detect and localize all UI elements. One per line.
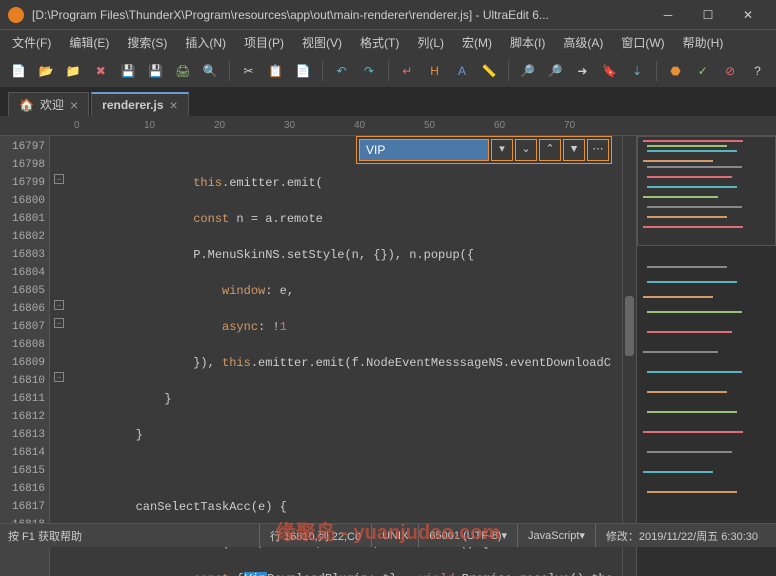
fold-toggle[interactable]: − — [54, 174, 64, 184]
hex-icon[interactable]: H — [424, 60, 445, 82]
menu-window[interactable]: 窗口(W) — [613, 31, 672, 54]
save-all-icon[interactable]: 💾 — [145, 60, 166, 82]
tool1-icon[interactable]: ⬣ — [665, 60, 686, 82]
status-modified: 修改：2019/11/22/周五 6:30:30 — [595, 524, 768, 547]
close-button[interactable]: ✕ — [728, 1, 768, 29]
bookmark-icon[interactable]: 🔖 — [599, 60, 620, 82]
goto-icon[interactable]: ➜ — [572, 60, 593, 82]
fold-toggle[interactable]: − — [54, 318, 64, 328]
paste-icon[interactable]: 📄 — [293, 60, 314, 82]
menu-macro[interactable]: 宏(M) — [454, 31, 500, 54]
undo-icon[interactable]: ↶ — [331, 60, 352, 82]
menu-insert[interactable]: 插入(N) — [177, 31, 234, 54]
font-icon[interactable]: A — [451, 60, 472, 82]
minimize-button[interactable]: ─ — [648, 1, 688, 29]
menu-view[interactable]: 视图(V) — [294, 31, 350, 54]
menu-bar: 文件(F) 编辑(E) 搜索(S) 插入(N) 项目(P) 视图(V) 格式(T… — [0, 30, 776, 54]
scrollbar-thumb[interactable] — [625, 296, 634, 356]
tab-close-icon[interactable]: × — [70, 97, 78, 113]
editor-area: 167971679816799 168001680116802 16803168… — [0, 136, 776, 576]
watermark: 缘聚岛 - yuanjudao.com — [276, 516, 500, 545]
fold-toggle[interactable]: − — [54, 372, 64, 382]
menu-script[interactable]: 脚本(I) — [502, 31, 553, 54]
menu-search[interactable]: 搜索(S) — [119, 31, 175, 54]
code-editor[interactable]: ▾ ⌄ ⌃ ▼ ⋯ this.emitter.emit( const n = a… — [74, 136, 622, 576]
tab-close-icon[interactable]: × — [170, 97, 178, 113]
find-more-icon[interactable]: ⋯ — [587, 139, 609, 161]
tool3-icon[interactable]: ⊘ — [719, 60, 740, 82]
find-files-icon[interactable]: 🔎 — [544, 60, 565, 82]
wordwrap-icon[interactable]: ↵ — [397, 60, 418, 82]
menu-edit[interactable]: 编辑(E) — [61, 31, 117, 54]
menu-project[interactable]: 项目(P) — [236, 31, 292, 54]
help-icon[interactable]: ? — [747, 60, 768, 82]
line-gutter[interactable]: 167971679816799 168001680116802 16803168… — [0, 136, 50, 576]
status-language[interactable]: JavaScript ▾ — [517, 524, 595, 547]
minimap[interactable] — [636, 136, 776, 576]
tool2-icon[interactable]: ✓ — [692, 60, 713, 82]
find-prev-icon[interactable]: ⌃ — [539, 139, 561, 161]
menu-format[interactable]: 格式(T) — [352, 31, 407, 54]
app-icon — [8, 7, 24, 23]
title-bar: [D:\Program Files\ThunderX\Program\resou… — [0, 0, 776, 30]
find-bar: ▾ ⌄ ⌃ ▼ ⋯ — [356, 136, 612, 164]
tab-renderer-label: renderer.js — [102, 98, 163, 112]
ruler: 0 10 20 30 40 50 60 70 — [0, 116, 776, 136]
copy-icon[interactable]: 📋 — [265, 60, 286, 82]
fold-toggle[interactable]: − — [54, 300, 64, 310]
find-input[interactable] — [359, 139, 489, 161]
tab-welcome-label: 欢迎 — [40, 96, 64, 113]
redo-icon[interactable]: ↷ — [358, 60, 379, 82]
print-icon[interactable]: 🖨 — [172, 60, 193, 82]
tab-renderer[interactable]: renderer.js × — [91, 92, 189, 116]
preview-icon[interactable]: 🔍 — [200, 60, 221, 82]
window-title: [D:\Program Files\ThunderX\Program\resou… — [32, 8, 648, 22]
find-filter-icon[interactable]: ▼ — [563, 139, 585, 161]
ruler-icon[interactable]: 📏 — [479, 60, 500, 82]
open-icon[interactable]: 📂 — [35, 60, 56, 82]
home-icon: 🏠 — [19, 98, 34, 112]
tab-bar: 🏠 欢迎 × renderer.js × — [0, 88, 776, 116]
next-bookmark-icon[interactable]: ⇣ — [626, 60, 647, 82]
find-next-icon[interactable]: ⌄ — [515, 139, 537, 161]
status-help: 按 F1 获取帮助 — [8, 524, 92, 547]
menu-help[interactable]: 帮助(H) — [675, 31, 732, 54]
toolbar: 📄 📂 📁 ✖ 💾 💾 🖨 🔍 ✂ 📋 📄 ↶ ↷ ↵ H A 📏 🔎 🔎 ➜ … — [0, 54, 776, 88]
cut-icon[interactable]: ✂ — [238, 60, 259, 82]
new-file-icon[interactable]: 📄 — [8, 60, 29, 82]
save-icon[interactable]: 💾 — [117, 60, 138, 82]
menu-advanced[interactable]: 高级(A) — [555, 31, 611, 54]
close-file-icon[interactable]: ✖ — [90, 60, 111, 82]
menu-file[interactable]: 文件(F) — [4, 31, 59, 54]
maximize-button[interactable]: ☐ — [688, 1, 728, 29]
menu-column[interactable]: 列(L) — [409, 31, 452, 54]
tab-welcome[interactable]: 🏠 欢迎 × — [8, 92, 89, 116]
vertical-scrollbar[interactable] — [622, 136, 636, 576]
re-open-icon[interactable]: 📁 — [63, 60, 84, 82]
find-dropdown-icon[interactable]: ▾ — [491, 139, 513, 161]
find-icon[interactable]: 🔎 — [517, 60, 538, 82]
fold-column: − − − − — [50, 136, 74, 576]
